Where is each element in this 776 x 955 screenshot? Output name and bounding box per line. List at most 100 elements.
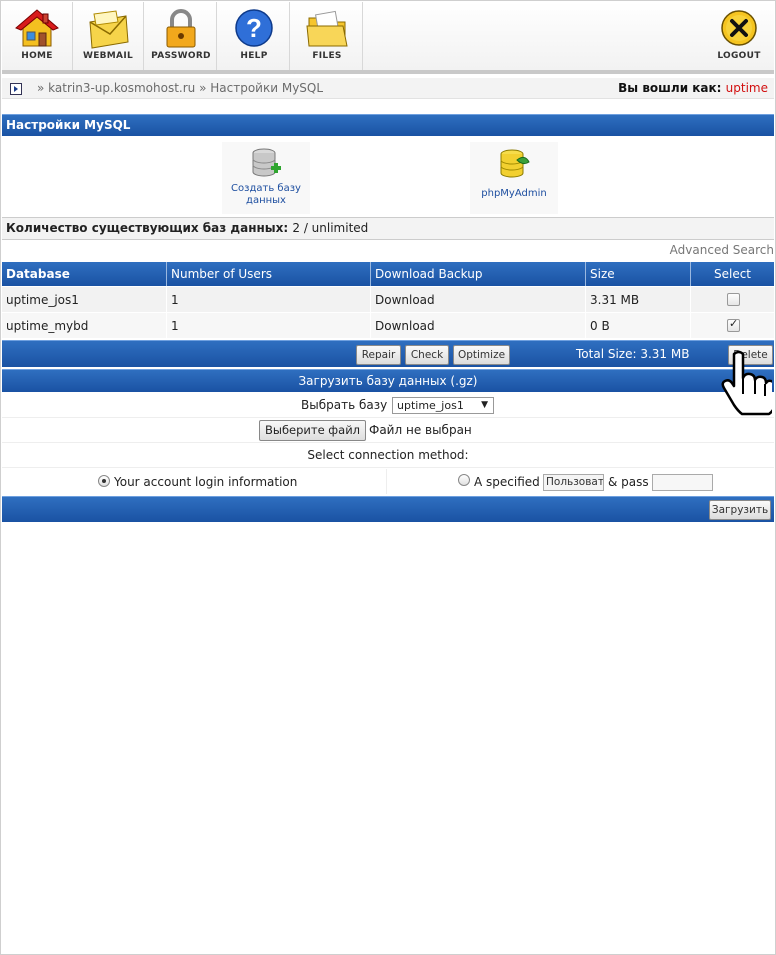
- toolbar-help[interactable]: ? HELP: [219, 2, 290, 70]
- password-input[interactable]: [652, 474, 713, 491]
- advanced-search-link[interactable]: Advanced Search: [670, 243, 774, 257]
- select-checkbox[interactable]: [727, 293, 740, 306]
- column-header-label: Number of Users: [171, 267, 273, 281]
- phpmyadmin-button[interactable]: phpMyAdmin: [470, 142, 558, 214]
- download-link[interactable]: Download: [375, 319, 435, 333]
- toolbar-help-label: HELP: [240, 51, 268, 61]
- upload-submit-button[interactable]: Загрузить: [709, 500, 771, 520]
- username-input[interactable]: Пользоват: [543, 474, 604, 491]
- user-count: 1: [171, 319, 179, 333]
- column-header-select: Select: [691, 262, 774, 286]
- optimize-button[interactable]: Optimize: [453, 345, 510, 365]
- toolbar-home-label: HOME: [21, 51, 53, 61]
- database-select-value: uptime_jos1: [397, 399, 464, 412]
- dropdown-arrow-icon: ▼: [481, 400, 488, 410]
- create-database-button[interactable]: Создать базу данных: [222, 142, 310, 214]
- phpmyadmin-label: phpMyAdmin: [481, 188, 547, 199]
- toolbar-webmail-label: WEBMAIL: [82, 51, 134, 61]
- column-header-database[interactable]: Database: [2, 262, 167, 286]
- database-table-header: Database Number of Users Download Backup…: [2, 262, 774, 286]
- login-status: Вы вошли как: uptime: [618, 81, 768, 95]
- select-database-label: Выбрать базу: [301, 398, 388, 412]
- database-count-row: Количество существующих баз данных: 2 / …: [2, 217, 774, 240]
- section-header: Настройки MySQL: [2, 114, 774, 136]
- login-user: uptime: [725, 81, 768, 95]
- column-header-label: Size: [590, 267, 615, 281]
- expand-icon[interactable]: [10, 83, 22, 95]
- choose-file-button[interactable]: Выберите файл: [259, 420, 366, 441]
- repair-button[interactable]: Repair: [356, 345, 401, 365]
- close-icon: [721, 10, 757, 46]
- svg-text:?: ?: [246, 13, 262, 43]
- divider: [386, 469, 387, 494]
- create-database-label: Создать базу данных: [231, 183, 301, 206]
- database-name: uptime_mybd: [6, 319, 89, 333]
- file-status: Файл не выбран: [369, 423, 472, 437]
- folder-icon: [306, 10, 348, 47]
- breadcrumb: » katrin3-up.kosmohost.ru » Настройки My…: [37, 81, 323, 95]
- cell-size: 0 B: [586, 313, 691, 338]
- total-size: Total Size: 3.31 MB: [576, 347, 690, 361]
- radio-account-login[interactable]: [98, 475, 110, 487]
- upload-header: Загрузить базу данных (.gz): [2, 369, 774, 392]
- cell-size: 3.31 MB: [586, 287, 691, 312]
- cell-backup: Download: [371, 287, 586, 312]
- upload-file-row: Выберите файл Файл не выбран: [2, 418, 774, 443]
- cell-database: uptime_jos1: [2, 287, 167, 312]
- database-size: 3.31 MB: [590, 293, 640, 307]
- phpmyadmin-icon: [500, 149, 530, 178]
- column-header-size[interactable]: Size: [586, 262, 691, 286]
- select-checkbox[interactable]: [727, 317, 740, 332]
- database-size: 0 B: [590, 319, 610, 333]
- database-select[interactable]: uptime_jos1 ▼: [392, 397, 494, 414]
- radio-specified[interactable]: [458, 474, 470, 486]
- database-count-label: Количество существующих баз данных:: [6, 221, 289, 235]
- breadcrumb-separator: »: [37, 81, 45, 95]
- breadcrumb-separator: »: [199, 81, 207, 95]
- mail-icon: [89, 10, 129, 49]
- column-header-label: Database: [6, 267, 70, 281]
- toolbar-files-label: FILES: [312, 51, 342, 61]
- database-count: Количество существующих баз данных: 2 / …: [6, 221, 368, 235]
- user-count: 1: [171, 293, 179, 307]
- table-row: uptime_jos1 1 Download 3.31 MB: [2, 287, 774, 313]
- toolbar-password[interactable]: PASSWORD: [146, 2, 217, 70]
- home-icon: [15, 9, 59, 47]
- column-header-backup[interactable]: Download Backup: [371, 262, 586, 286]
- download-link[interactable]: Download: [375, 293, 435, 307]
- pass-label: & pass: [608, 475, 649, 489]
- hand-cursor-icon: [721, 350, 772, 416]
- upload-submit-bar: Загрузить: [2, 496, 774, 522]
- toolbar-files[interactable]: FILES: [292, 2, 363, 70]
- database-name: uptime_jos1: [6, 293, 79, 307]
- cell-select: [691, 313, 774, 338]
- column-header-users[interactable]: Number of Users: [167, 262, 371, 286]
- breadcrumb-domain[interactable]: katrin3-up.kosmohost.ru: [48, 81, 195, 95]
- toolbar-logout[interactable]: LOGOUT: [704, 2, 774, 70]
- help-icon: ?: [235, 9, 273, 47]
- upload-title: Загрузить базу данных (.gz): [298, 374, 478, 388]
- breadcrumb-bar: » katrin3-up.kosmohost.ru » Настройки My…: [2, 78, 774, 99]
- cell-select: [691, 287, 774, 312]
- toolbar-logout-label: LOGOUT: [717, 51, 761, 61]
- database-count-value: 2 / unlimited: [292, 221, 369, 235]
- connection-method-label: Select connection method:: [307, 448, 469, 462]
- connection-options-row: Your account login information A specifi…: [2, 469, 774, 494]
- toolbar-home[interactable]: HOME: [2, 2, 73, 70]
- actions-panel: Создать базу данных phpMyAdmin: [2, 136, 774, 216]
- column-header-label: Select: [713, 267, 752, 281]
- account-login-label: Your account login information: [114, 475, 298, 489]
- database-add-icon: [252, 148, 281, 177]
- cell-users: 1: [167, 287, 371, 312]
- toolbar-webmail[interactable]: WEBMAIL: [73, 2, 144, 70]
- breadcrumb-current: Настройки MySQL: [210, 81, 324, 95]
- check-button[interactable]: Check: [405, 345, 449, 365]
- connection-method-row: Select connection method:: [2, 443, 774, 468]
- table-row: uptime_mybd 1 Download 0 B: [2, 313, 774, 339]
- cell-database: uptime_mybd: [2, 313, 167, 338]
- table-action-bar: Repair Check Optimize Total Size: 3.31 M…: [2, 340, 774, 367]
- lock-icon: [166, 9, 196, 48]
- column-header-label: Download Backup: [375, 267, 483, 281]
- login-label: Вы вошли как:: [618, 81, 722, 95]
- cell-backup: Download: [371, 313, 586, 338]
